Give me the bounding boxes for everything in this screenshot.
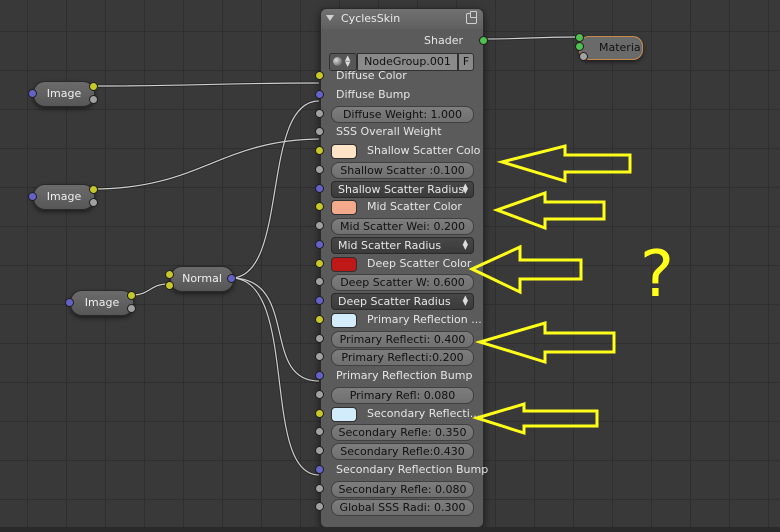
question-mark-annotation: ? [640,238,674,312]
bottom-border [0,527,780,532]
arrow-mid-scatter [492,190,606,231]
arrow-shallow-scatter [496,144,632,184]
arrow-secondary-reflection [471,401,599,436]
arrow-deep-scatter [468,244,583,295]
arrow-primary-reflection [474,320,616,365]
